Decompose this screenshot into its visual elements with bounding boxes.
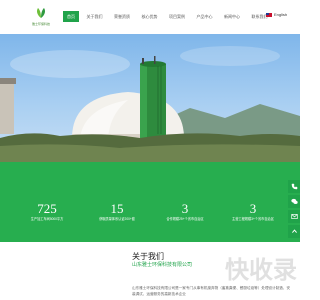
nav-item-products[interactable]: 产品中心 [193,11,217,22]
stat-projects: 3 主营工程规模3+个省市自治区 [218,202,288,222]
watermark: 快收录 [225,257,297,284]
uk-flag-icon [266,12,272,17]
nav-item-cases[interactable]: 项目案例 [165,11,189,22]
wechat-icon [290,198,298,205]
about-text: 山东雅士环保科技有限公司是一家专门从事有机废弃物（畜禽粪便、餐厨垃圾等）处理设计… [132,286,291,296]
stat-workshop: 725 生产加工车间5000平方 [12,202,82,222]
about-subtitle: 山东雅士环保科技有限公司 [132,262,193,268]
language-switch[interactable]: English [266,12,287,17]
phone-button[interactable] [288,180,300,193]
nav-item-advantages[interactable]: 核心优势 [138,11,162,22]
stat-label: 主营工程规模3+个省市自治区 [232,217,274,221]
stat-label: 生产加工车间5000平方 [30,217,64,221]
floating-sidebar [288,180,300,240]
nav-item-honors[interactable]: 荣誉资质 [110,11,134,22]
stat-certifications: 15 获取质量体系认证200+套 [82,202,152,222]
stats-band: 725 生产加工车间5000平方 15 获取质量体系认证200+套 3 合作规模… [0,162,300,242]
stat-value: 15 [110,201,124,216]
stat-value: 725 [37,201,57,216]
nav-item-news[interactable]: 新闻中心 [220,11,244,22]
site-header: 雅士环保科技 首页 关于我们 荣誉资质 核心优势 项目案例 产品中心 新闻中心 … [0,0,300,34]
nav-item-home[interactable]: 首页 [63,11,79,22]
about-section: 快收录 关于我们 山东雅士环保科技有限公司 山东雅士环保科技有限公司是一家专门从… [0,242,300,300]
wechat-button[interactable] [288,195,300,208]
main-nav: 首页 关于我们 荣誉资质 核心优势 项目案例 产品中心 新闻中心 联系我们 [63,11,275,23]
stat-value: 3 [249,201,257,216]
language-label: English [274,12,288,17]
stat-value: 3 [181,201,189,216]
back-to-top-icon [291,229,297,233]
stat-cooperation: 3 合作规模25+个省市自治区 [150,202,220,222]
site-logo[interactable]: 雅士环保科技 [28,5,54,31]
back-to-top-button[interactable] [288,225,300,238]
stat-label: 获取质量体系认证200+套 [99,217,135,221]
leaf-logo-icon [37,8,45,18]
nav-item-about[interactable]: 关于我们 [83,11,107,22]
hero-banner [0,34,300,162]
stat-label: 合作规模25+个省市自治区 [166,217,204,221]
message-button[interactable] [288,210,300,223]
message-icon [290,214,298,219]
logo-text: 雅士环保科技 [31,22,50,26]
biogas-plant-illustration [0,46,300,162]
phone-icon [291,183,297,190]
